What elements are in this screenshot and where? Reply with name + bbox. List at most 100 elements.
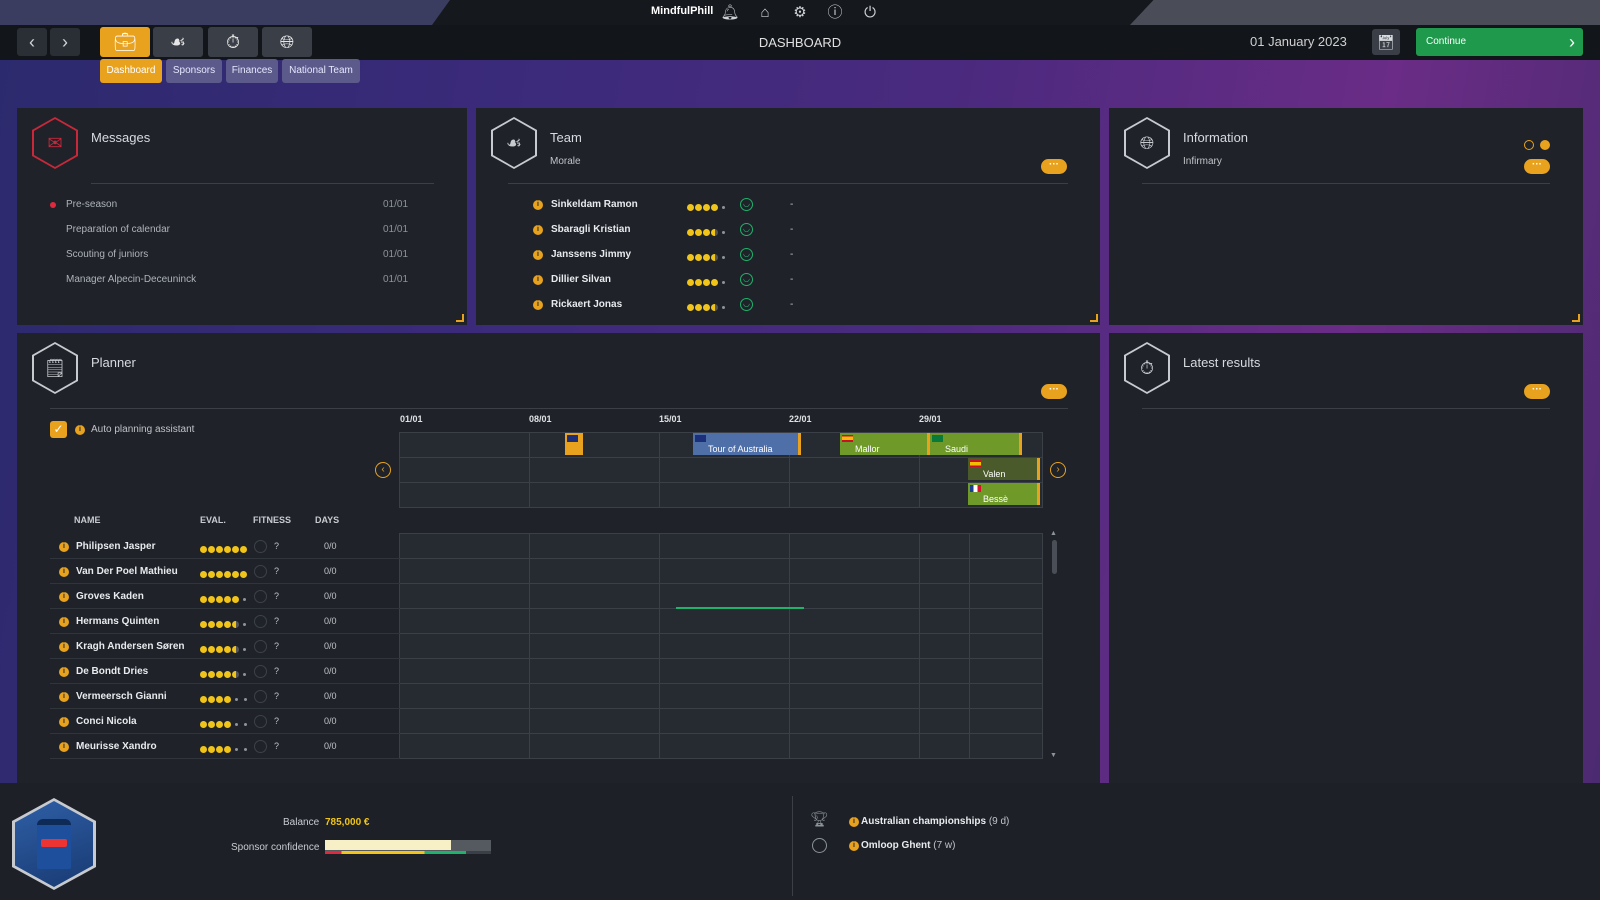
timeline-prev-button[interactable]: ‹ (375, 462, 391, 478)
team-rider-name[interactable]: Janssens Jimmy (551, 249, 631, 260)
page-indicator[interactable] (1524, 140, 1534, 150)
home-icon[interactable]: ⌂ (755, 3, 775, 23)
info-icon[interactable]: i (59, 567, 69, 577)
race-block[interactable]: Mallor (840, 433, 930, 455)
resize-handle[interactable] (1572, 314, 1580, 322)
info-icon[interactable]: i (75, 425, 85, 435)
race-days: 0/0 (324, 541, 337, 551)
race-block[interactable] (565, 433, 583, 455)
message-date: 01/01 (383, 274, 409, 285)
forward-button[interactable]: › (50, 28, 80, 56)
page-indicator-active[interactable] (1540, 140, 1550, 150)
race-block[interactable]: Tour of Australia (693, 433, 801, 455)
rider-name[interactable]: Van Der Poel Mathieu (76, 566, 178, 577)
scrollbar-thumb[interactable] (1052, 540, 1057, 574)
info-icon[interactable]: i (59, 717, 69, 727)
races-mode-button[interactable]: ⏱ (208, 27, 258, 57)
info-icon[interactable]: i (533, 300, 543, 310)
info-icon[interactable]: i (849, 817, 859, 827)
tab-sponsors[interactable]: Sponsors (166, 59, 222, 83)
latest-results-more-button[interactable]: ··· (1524, 384, 1550, 399)
info-icon[interactable]: i (533, 200, 543, 210)
info-icon[interactable]: i (59, 667, 69, 677)
upcoming-race-2[interactable]: Omloop Ghent (7 w) (861, 840, 955, 851)
tab-dashboard[interactable]: Dashboard (100, 59, 162, 83)
grid-line (969, 534, 970, 758)
sponsor-confidence-fill (325, 840, 452, 850)
continue-label: Continue (1426, 36, 1467, 47)
calendar-button[interactable]: 📅︎ (1372, 29, 1400, 55)
rider-name[interactable]: De Bondt Dries (76, 666, 148, 677)
fitness-indicator (254, 740, 267, 753)
team-mode-button[interactable]: ☙ (153, 27, 203, 57)
tab-national-team[interactable]: National Team (282, 59, 360, 83)
race-block[interactable]: Valen (968, 458, 1040, 480)
info-icon[interactable]: i (533, 250, 543, 260)
world-mode-button[interactable]: 🌐︎ (262, 27, 312, 57)
info-icon[interactable]: i (59, 592, 69, 602)
scroll-up-icon[interactable]: ▲ (1050, 530, 1057, 537)
col-days-header[interactable]: DAYS (315, 515, 339, 525)
briefcase-mode-button[interactable]: 💼︎ (100, 27, 150, 57)
auto-planning-checkbox[interactable]: ✓ (50, 421, 67, 438)
info-icon[interactable]: i (59, 742, 69, 752)
message-item[interactable]: Manager Alpecin-Deceuninck (66, 274, 196, 285)
grid-line (400, 708, 1042, 709)
col-eval-header[interactable]: EVAL. (200, 515, 226, 525)
team-more-button[interactable]: ··· (1041, 159, 1067, 174)
info-icon[interactable]: ⓘ (825, 3, 845, 23)
race-block[interactable]: Bessè (968, 483, 1040, 505)
timeline-next-button[interactable]: › (1050, 462, 1066, 478)
rider-name[interactable]: Meurisse Xandro (76, 741, 157, 752)
eval-rating (200, 641, 249, 654)
rating-dot-empty (244, 723, 247, 727)
upcoming-race-1[interactable]: Australian championships (9 d) (861, 816, 1009, 827)
info-icon[interactable]: i (533, 275, 543, 285)
info-icon[interactable]: i (849, 841, 859, 851)
message-item[interactable]: Preparation of calendar (66, 224, 170, 235)
info-icon[interactable]: i (59, 692, 69, 702)
planner-more-button[interactable]: ··· (1041, 384, 1067, 399)
power-icon[interactable]: ⏻ (860, 3, 880, 23)
rider-name[interactable]: Kragh Andersen Søren (76, 641, 185, 652)
row-divider (50, 733, 400, 734)
team-rider-name[interactable]: Rickaert Jonas (551, 299, 622, 310)
message-item[interactable]: Scouting of juniors (66, 249, 148, 260)
tab-finances[interactable]: Finances (226, 59, 278, 83)
grid-line (400, 758, 1042, 759)
info-icon[interactable]: i (59, 617, 69, 627)
rider-name[interactable]: Hermans Quinten (76, 616, 159, 627)
scroll-down-icon[interactable]: ▼ (1050, 752, 1057, 759)
balance-value: 785,000 € (325, 817, 370, 828)
information-more-button[interactable]: ··· (1524, 159, 1550, 174)
info-icon[interactable]: i (59, 642, 69, 652)
rider-name[interactable]: Groves Kaden (76, 591, 144, 602)
rider-name[interactable]: Vermeersch Gianni (76, 691, 167, 702)
resize-handle[interactable] (1090, 314, 1098, 322)
resize-handle[interactable] (456, 314, 464, 322)
fitness-value: ? (274, 741, 280, 751)
col-fitness-header[interactable]: FITNESS (253, 515, 291, 525)
schedule-marker (676, 607, 804, 609)
info-icon[interactable]: i (533, 225, 543, 235)
rider-name[interactable]: Philipsen Jasper (76, 541, 155, 552)
gear-icon[interactable]: ⚙ (790, 3, 810, 23)
divider (792, 796, 793, 896)
rider-schedule-grid[interactable] (399, 533, 1043, 759)
team-rider-name[interactable]: Sinkeldam Ramon (551, 199, 638, 210)
rider-name[interactable]: Conci Nicola (76, 716, 137, 727)
rating-dot-empty (722, 281, 725, 285)
rating-dot-empty (235, 723, 238, 727)
race-block[interactable]: Saudi (930, 433, 1022, 455)
bell-icon[interactable]: 🔔︎ (720, 3, 740, 23)
back-button[interactable]: ‹ (17, 28, 47, 56)
timeline-date: 08/01 (529, 414, 552, 424)
username[interactable]: MindfulPhill (651, 5, 713, 17)
team-rider-name[interactable]: Dillier Silvan (551, 274, 611, 285)
col-name-header[interactable]: NAME (74, 515, 101, 525)
team-rider-name[interactable]: Sbaragli Kristian (551, 224, 630, 235)
continue-button[interactable]: Continue › (1416, 28, 1583, 56)
info-icon[interactable]: i (59, 542, 69, 552)
message-item[interactable]: Pre-season (66, 199, 117, 210)
fitness-value: ? (274, 641, 280, 651)
